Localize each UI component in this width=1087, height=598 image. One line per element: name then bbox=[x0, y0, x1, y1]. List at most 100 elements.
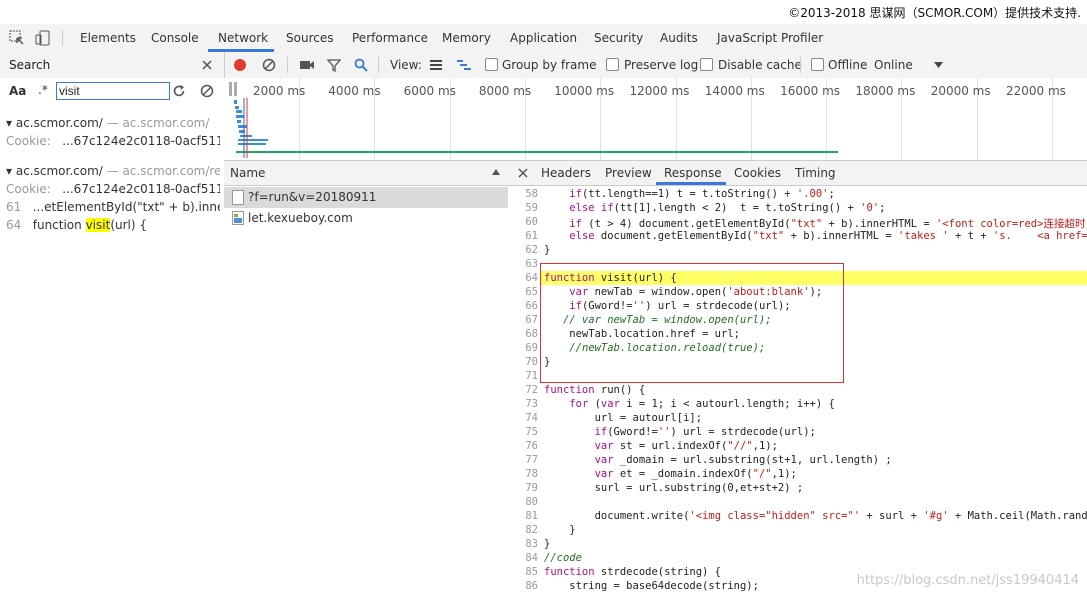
network-toolbar: Search View: Group by frame Preserve log… bbox=[0, 52, 1087, 79]
tab-audits[interactable]: Audits bbox=[660, 31, 698, 45]
device-toolbar-icon[interactable] bbox=[35, 30, 51, 46]
refresh-icon[interactable] bbox=[172, 84, 186, 98]
chevron-down-icon[interactable] bbox=[934, 62, 943, 68]
expand-triangle-icon[interactable]: ▾ bbox=[6, 116, 16, 130]
expand-triangle-icon[interactable]: ▾ bbox=[6, 164, 16, 178]
timeline-tick-label: 20000 ms bbox=[930, 84, 991, 98]
clear-search-icon[interactable] bbox=[200, 84, 214, 98]
search-icon[interactable] bbox=[354, 58, 368, 72]
timeline-tick-label: 12000 ms bbox=[629, 84, 690, 98]
tab-timing[interactable]: Timing bbox=[795, 166, 836, 180]
request-name: let.kexueboy.com bbox=[248, 211, 353, 225]
offline-checkbox[interactable] bbox=[811, 58, 824, 71]
tab-sources[interactable]: Sources bbox=[286, 31, 333, 45]
search-result-line[interactable]: 64 function visit(url) { bbox=[6, 218, 220, 232]
request-row[interactable]: let.kexueboy.com bbox=[224, 208, 508, 229]
name-column-header[interactable]: Name bbox=[224, 161, 508, 186]
code-line: function run() { bbox=[544, 384, 646, 396]
timeline-tick-label: 22000 ms bbox=[1006, 84, 1066, 98]
tab-preview[interactable]: Preview bbox=[605, 166, 652, 180]
line-number: 65 bbox=[525, 286, 538, 298]
line-number: 83 bbox=[525, 538, 538, 550]
request-row[interactable]: ?f=run&v=20180911 bbox=[224, 187, 508, 208]
line-number: 75 bbox=[525, 426, 538, 438]
document-icon bbox=[232, 190, 244, 205]
line-number: 80 bbox=[525, 496, 538, 508]
result-label: Cookie: bbox=[6, 182, 51, 196]
waterfall-overview-icon[interactable] bbox=[456, 59, 472, 71]
active-tab-indicator bbox=[656, 182, 726, 185]
watermark: https://blog.csdn.net/jss19940414 bbox=[856, 573, 1079, 588]
sort-ascending-icon[interactable] bbox=[492, 169, 500, 175]
preserve-log-checkbox[interactable] bbox=[606, 58, 619, 71]
code-line: else if(tt[1].length < 2) t = t.toString… bbox=[569, 202, 886, 214]
throttling-select[interactable]: Online bbox=[874, 58, 913, 72]
close-panel-icon[interactable] bbox=[518, 168, 528, 178]
code-line: } bbox=[544, 538, 551, 550]
site-banner: ©2013-2018 思谋网（SCMOR.COM）提供技术支持. bbox=[0, 0, 1087, 24]
search-result-line[interactable]: Cookie: ...67c124e2c0118-0acf5117ee... bbox=[6, 182, 220, 196]
large-rows-icon[interactable] bbox=[429, 59, 443, 71]
tab-performance[interactable]: Performance bbox=[352, 31, 428, 45]
tab-application[interactable]: Application bbox=[510, 31, 577, 45]
waterfall-bars bbox=[234, 98, 838, 158]
tab-network[interactable]: Network bbox=[218, 31, 268, 45]
code-line: surl = url.substring(0,et+st+2) ; bbox=[544, 482, 804, 494]
tab-response[interactable]: Response bbox=[664, 166, 722, 180]
tab-security[interactable]: Security bbox=[594, 31, 643, 45]
code-line: function strdecode(string) { bbox=[544, 566, 722, 578]
result-label: Cookie: bbox=[6, 134, 51, 148]
line-number: 58 bbox=[525, 188, 538, 200]
search-result-line[interactable]: 61 ...etElementById("txt" + b).innerHT..… bbox=[6, 200, 220, 214]
timeline-tick-label: 2000 ms bbox=[253, 84, 306, 98]
clear-icon[interactable] bbox=[262, 58, 276, 72]
timeline-tick-label: 10000 ms bbox=[554, 84, 615, 98]
result-line-number: 61 bbox=[6, 200, 22, 214]
timeline-overview[interactable]: 2000 ms 4000 ms 6000 ms 8000 ms 10000 ms 1200… bbox=[224, 78, 1087, 161]
image-file-icon bbox=[232, 211, 244, 225]
inspect-element-icon[interactable] bbox=[9, 30, 25, 46]
overview-handle-icon[interactable] bbox=[228, 82, 238, 96]
close-search-icon[interactable] bbox=[201, 59, 213, 71]
preserve-log-label: Preserve log bbox=[624, 58, 699, 72]
line-number: 81 bbox=[525, 510, 538, 522]
result-text: ...67c124e2c0118-0acf5117ee... bbox=[62, 134, 220, 148]
toolbar-divider bbox=[287, 57, 288, 73]
search-match-highlight: visit bbox=[85, 218, 111, 232]
result-path: ac.scmor.com/res/?... bbox=[122, 164, 220, 178]
video-camera-icon[interactable] bbox=[299, 59, 315, 71]
tab-console[interactable]: Console bbox=[151, 31, 199, 45]
search-result-file[interactable]: ▾ ac.scmor.com/ — ac.scmor.com/ bbox=[6, 116, 220, 130]
timeline-tick-label: 18000 ms bbox=[855, 84, 916, 98]
toolbar-divider bbox=[62, 30, 63, 46]
response-code-viewer[interactable]: 58 if(tt.length==1) t = t.toString() + '… bbox=[508, 187, 1087, 598]
banner-text: ©2013-2018 思谋网（SCMOR.COM）提供技术支持. bbox=[788, 6, 1081, 20]
line-number: 79 bbox=[525, 482, 538, 494]
tab-memory[interactable]: Memory bbox=[442, 31, 491, 45]
tab-cookies[interactable]: Cookies bbox=[734, 166, 781, 180]
record-icon[interactable] bbox=[233, 58, 247, 72]
timeline-tick-label: 16000 ms bbox=[780, 84, 841, 98]
result-url: ac.scmor.com/ bbox=[15, 116, 103, 130]
view-label: View: bbox=[390, 58, 422, 72]
line-number: 84 bbox=[525, 552, 538, 564]
code-line: } bbox=[544, 524, 576, 536]
toolbar-divider bbox=[378, 57, 379, 73]
search-input[interactable] bbox=[56, 82, 170, 100]
match-case-toggle[interactable]: Aa bbox=[9, 84, 26, 98]
result-text: ...etElementById("txt" + b).innerHT... bbox=[32, 200, 220, 214]
disable-cache-checkbox[interactable] bbox=[700, 58, 713, 71]
toolbar-divider bbox=[800, 57, 801, 73]
line-number: 66 bbox=[525, 300, 538, 312]
tab-javascript-profiler[interactable]: JavaScript Profiler bbox=[717, 31, 823, 45]
group-by-frame-checkbox[interactable] bbox=[485, 58, 498, 71]
filter-icon[interactable] bbox=[327, 58, 341, 72]
tab-headers[interactable]: Headers bbox=[541, 166, 591, 180]
search-result-file[interactable]: ▾ ac.scmor.com/ — ac.scmor.com/res/?... bbox=[6, 164, 220, 178]
tab-elements[interactable]: Elements bbox=[80, 31, 136, 45]
line-number: 70 bbox=[525, 356, 538, 368]
regex-toggle[interactable]: .* bbox=[38, 83, 48, 97]
line-number: 64 bbox=[525, 272, 538, 284]
search-result-line[interactable]: Cookie: ...67c124e2c0118-0acf5117ee... bbox=[6, 134, 220, 148]
result-sep: — bbox=[102, 164, 123, 178]
